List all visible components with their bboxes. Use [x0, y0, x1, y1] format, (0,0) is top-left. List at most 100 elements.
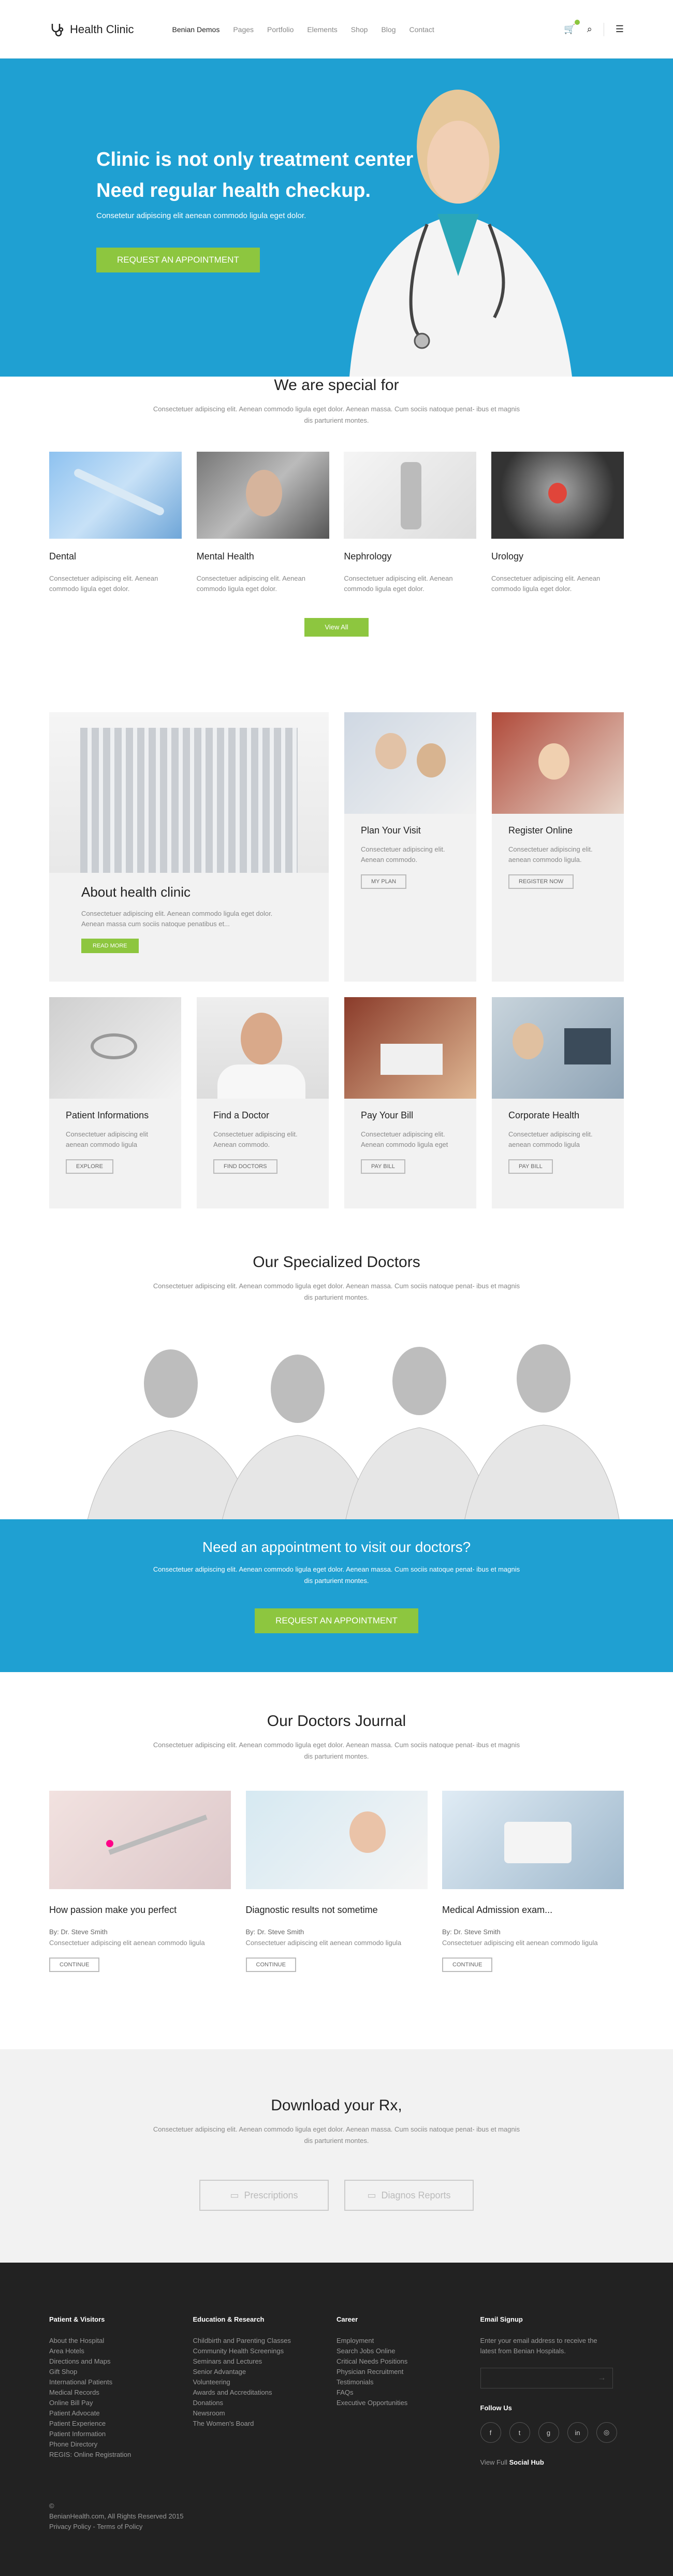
- nav-contact[interactable]: Contact: [409, 25, 434, 34]
- footer-link[interactable]: Search Jobs Online: [336, 2346, 480, 2356]
- footer-col-title: Patient & Visitors: [49, 2315, 105, 2323]
- brand-name: Health Clinic: [70, 22, 134, 36]
- doctors-desc: Consectetuer adipiscing elit. Aenean com…: [153, 1282, 520, 1301]
- continue-button[interactable]: Continue: [49, 1958, 100, 1972]
- search-icon[interactable]: ⌕: [587, 24, 592, 35]
- footer-link[interactable]: Newsroom: [193, 2408, 337, 2419]
- nav-blog[interactable]: Blog: [381, 25, 396, 34]
- nav-portfolio[interactable]: Portfolio: [267, 25, 294, 34]
- about-card: About health clinic Consectetuer adipisc…: [49, 712, 329, 982]
- rx-desc: Consectetuer adipiscing elit. Aenean com…: [153, 2125, 520, 2145]
- post-text: Consectetuer adipiscing elit aenean comm…: [442, 1939, 598, 1947]
- footer-link[interactable]: The Women's Board: [193, 2419, 337, 2429]
- find-doctor-image: [197, 997, 329, 1099]
- view-all-button[interactable]: View All: [304, 618, 369, 637]
- prescriptions-button[interactable]: ▭ Prescriptions: [199, 2180, 329, 2211]
- nav-pages[interactable]: Pages: [233, 25, 254, 34]
- follow-title: Follow Us: [480, 2404, 512, 2412]
- footer-link[interactable]: Seminars and Lectures: [193, 2356, 337, 2367]
- social-hub-link[interactable]: Social Hub: [509, 2458, 544, 2466]
- journal-post[interactable]: Medical Admission exam... By: Dr. Steve …: [442, 1791, 624, 1972]
- instagram-icon[interactable]: ◎: [596, 2422, 617, 2443]
- footer-link[interactable]: Community Health Screenings: [193, 2346, 337, 2356]
- footer-link[interactable]: Executive Opportunities: [336, 2398, 480, 2408]
- hero-line1: Clinic is not only treatment center: [96, 149, 414, 170]
- footer-link[interactable]: Testimonials: [336, 2377, 480, 2387]
- logo[interactable]: Health Clinic: [49, 22, 134, 37]
- footer-link[interactable]: About the Hospital: [49, 2336, 193, 2346]
- footer-link[interactable]: Patient Advocate: [49, 2408, 193, 2419]
- special-card[interactable]: Mental Health Consectetuer adipiscing el…: [196, 452, 329, 594]
- special-card[interactable]: Urology Consectetuer adipiscing elit. Ae…: [491, 452, 624, 594]
- special-card-title: Nephrology: [344, 551, 392, 562]
- nav-elements[interactable]: Elements: [307, 25, 337, 34]
- post-text: Consectetuer adipiscing elit aenean comm…: [245, 1939, 402, 1947]
- explore-button[interactable]: Explore: [66, 1159, 113, 1174]
- cart-icon[interactable]: 🛒: [564, 20, 580, 35]
- post-author: By: Dr. Steve Smith: [245, 1928, 304, 1936]
- special-section: We are special for Consectetuer adipisci…: [0, 377, 673, 637]
- arrow-right-icon[interactable]: →: [598, 2373, 606, 2383]
- footer-link[interactable]: Senior Advantage: [193, 2367, 337, 2377]
- footer-link[interactable]: Online Bill Pay: [49, 2398, 193, 2408]
- pay-bill-button[interactable]: Pay Bill: [361, 1159, 405, 1174]
- appt-title: Need an appointment to visit our doctors…: [202, 1539, 471, 1555]
- footer-link[interactable]: Phone Directory: [49, 2439, 193, 2450]
- footer-link[interactable]: Awards and Accreditations: [193, 2387, 337, 2398]
- nav-demos[interactable]: Benian Demos: [172, 25, 220, 34]
- register-now-button[interactable]: Register Now: [508, 874, 574, 889]
- special-card[interactable]: Nephrology Consectetuer adipiscing elit.…: [344, 452, 477, 594]
- my-plan-button[interactable]: My Plan: [361, 874, 407, 889]
- footer-link[interactable]: Physician Recruitment: [336, 2367, 480, 2377]
- google-plus-icon[interactable]: g: [538, 2422, 559, 2443]
- journal-post[interactable]: How passion make you perfect By: Dr. Ste…: [49, 1791, 231, 1972]
- document-icon: ▭: [367, 2190, 376, 2200]
- service-card: Pay Your Bill Consectetuer adipiscing eli…: [344, 997, 476, 1208]
- pay-bill-button[interactable]: Pay Bill: [508, 1159, 553, 1174]
- continue-button[interactable]: Continue: [442, 1958, 493, 1972]
- footer-link[interactable]: Volunteering: [193, 2377, 337, 2387]
- service-card: Plan Your Visit Consectetuer adipiscing e…: [344, 712, 476, 982]
- appt-appointment-button[interactable]: Request an Appointment: [255, 1608, 418, 1633]
- about-text: Consectetuer adipiscing elit. Aenean com…: [81, 910, 273, 928]
- nav-shop[interactable]: Shop: [351, 25, 368, 34]
- diagnos-reports-label: Diagnos Reports: [381, 2190, 451, 2200]
- policy-links[interactable]: Privacy Policy - Terms of Policy: [49, 2522, 183, 2532]
- facebook-icon[interactable]: f: [480, 2422, 501, 2443]
- footer-link[interactable]: Critical Needs Positions: [336, 2356, 480, 2367]
- hero-appointment-button[interactable]: Request an Appointment: [96, 248, 260, 272]
- special-card-title: Dental: [49, 551, 77, 562]
- special-card[interactable]: Dental Consectetuer adipiscing elit. Aen…: [49, 452, 182, 594]
- footer-link[interactable]: Area Hotels: [49, 2346, 193, 2356]
- email-input[interactable]: →: [480, 2368, 613, 2388]
- post-title: Medical Admission exam...: [442, 1905, 553, 1915]
- special-card-text: Consectetuer adipiscing elit. Aenean com…: [49, 574, 158, 593]
- footer-link[interactable]: Directions and Maps: [49, 2356, 193, 2367]
- menu-icon[interactable]: ☰: [616, 24, 624, 35]
- post-image: [442, 1791, 624, 1889]
- footer-link[interactable]: International Patients: [49, 2377, 193, 2387]
- footer-links: Childbirth and Parenting Classes Communit…: [193, 2336, 337, 2429]
- footer-link[interactable]: Gift Shop: [49, 2367, 193, 2377]
- footer-link[interactable]: Patient Information: [49, 2429, 193, 2439]
- about-title: About health clinic: [81, 884, 191, 900]
- journal-post[interactable]: Diagnostic results not sometime By: Dr. …: [245, 1791, 428, 1972]
- footer-link[interactable]: Employment: [336, 2336, 480, 2346]
- footer-link[interactable]: REGIS: Online Registration: [49, 2450, 193, 2460]
- twitter-icon[interactable]: t: [509, 2422, 530, 2443]
- footer-link[interactable]: Patient Experience: [49, 2419, 193, 2429]
- journal-title: Our Doctors Journal: [267, 1712, 406, 1730]
- copyright-symbol: ©: [49, 2502, 54, 2510]
- continue-button[interactable]: Continue: [245, 1958, 296, 1972]
- post-author: By: Dr. Steve Smith: [442, 1928, 501, 1936]
- linkedin-icon[interactable]: in: [567, 2422, 588, 2443]
- footer-link[interactable]: Donations: [193, 2398, 337, 2408]
- footer-link[interactable]: Medical Records: [49, 2387, 193, 2398]
- read-more-button[interactable]: Read More: [81, 939, 139, 953]
- footer-link[interactable]: Childbirth and Parenting Classes: [193, 2336, 337, 2346]
- card-text: Consectetuer adipiscing elit. aenean com…: [508, 1130, 593, 1148]
- footer-col-title: Career: [336, 2315, 358, 2323]
- footer-link[interactable]: FAQs: [336, 2387, 480, 2398]
- find-doctors-button[interactable]: Find Doctors: [213, 1159, 277, 1174]
- diagnos-reports-button[interactable]: ▭ Diagnos Reports: [344, 2180, 474, 2211]
